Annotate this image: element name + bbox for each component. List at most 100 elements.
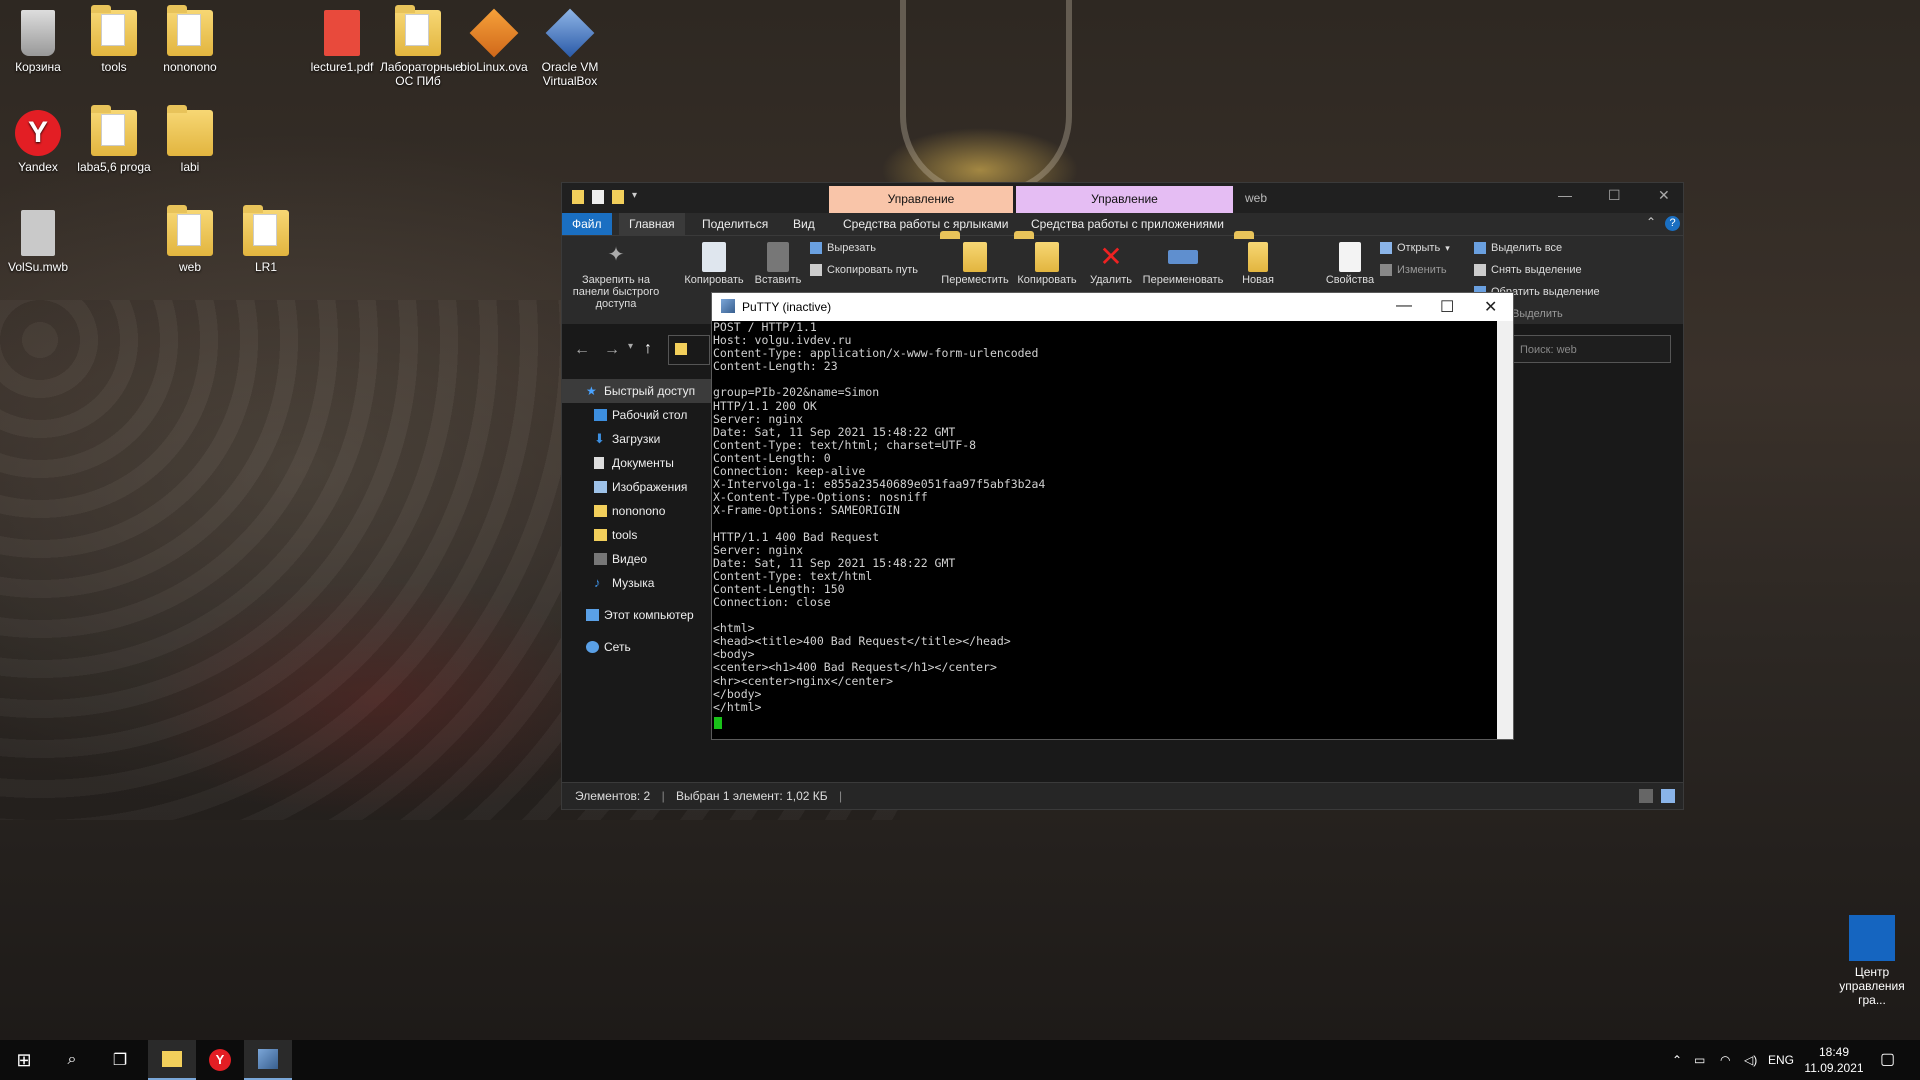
folder-icon — [675, 343, 687, 355]
folder-icon[interactable] — [572, 190, 584, 204]
back-arrow-icon[interactable]: ← — [574, 341, 590, 359]
copy-button[interactable]: Копировать — [682, 236, 746, 286]
nav-desktop[interactable]: Рабочий стол — [562, 403, 717, 427]
terminal-scrollbar[interactable] — [1497, 321, 1513, 739]
properties-label: Свойства — [1325, 274, 1375, 286]
copy-to-button[interactable]: Копировать — [1014, 236, 1080, 286]
terminal-output[interactable]: POST / HTTP/1.1 Host: volgu.ivdev.ru Con… — [713, 321, 1496, 731]
close-button[interactable]: ✕ — [1484, 297, 1497, 317]
navigation-pane: ★ Быстрый доступ Рабочий стол ⬇ Загрузки Д… — [562, 379, 717, 659]
rename-button[interactable]: Переименовать — [1138, 236, 1228, 286]
open-icon — [1380, 242, 1392, 254]
desktop-icon-label: web — [178, 260, 201, 274]
properties-icon[interactable] — [592, 190, 604, 204]
wifi-icon[interactable]: ◠ — [1720, 1040, 1730, 1080]
copy-path-button[interactable]: Скопировать путь — [810, 264, 918, 276]
properties-button[interactable]: Свойства — [1322, 236, 1378, 286]
up-arrow-icon[interactable]: ↑ — [644, 340, 652, 358]
maximize-button[interactable]: ☐ — [1608, 187, 1621, 204]
folder-icon — [167, 105, 213, 156]
taskbar-putty[interactable] — [244, 1040, 292, 1080]
desktop-icon-virtualbox[interactable]: Oracle VM VirtualBox — [532, 8, 608, 88]
language-indicator[interactable]: ENG — [1768, 1040, 1794, 1080]
desktop-icon-tools[interactable]: tools — [76, 5, 152, 74]
help-icon[interactable]: ? — [1665, 216, 1680, 231]
nav-music[interactable]: ♪ Музыка — [562, 571, 717, 595]
clock[interactable]: 18:49 11.09.2021 — [1794, 1044, 1874, 1076]
select-all-button[interactable]: Выделить все — [1474, 242, 1562, 254]
context-tab-manage-app[interactable]: Управление — [1016, 186, 1233, 213]
desktop-icon-lecture-pdf[interactable]: lecture1.pdf — [304, 10, 380, 74]
desktop-icon-control-center[interactable]: Центр управления гра... — [1824, 915, 1920, 1007]
minimize-button[interactable]: — — [1558, 187, 1572, 203]
select-none-button[interactable]: Снять выделение — [1474, 264, 1582, 276]
details-view-icon[interactable] — [1639, 789, 1653, 803]
edit-button[interactable]: Изменить — [1380, 264, 1447, 276]
nav-videos[interactable]: Видео — [562, 547, 717, 571]
new-folder-icon[interactable] — [612, 190, 624, 204]
task-view-button[interactable]: ❐ — [96, 1040, 144, 1080]
copy-folder-icon — [1035, 242, 1059, 272]
notifications-icon[interactable]: ▢ — [1880, 1040, 1895, 1080]
ribbon-tabs: Файл Главная Поделиться Вид Средства раб… — [562, 213, 1683, 235]
nav-tools[interactable]: tools — [562, 523, 717, 547]
taskbar-explorer[interactable] — [148, 1040, 196, 1080]
tab-shortcut-tools[interactable]: Средства работы с ярлыками — [833, 213, 1018, 235]
nav-label: nononono — [612, 504, 666, 518]
chevron-up-icon[interactable]: ⌃ — [1646, 215, 1656, 229]
nav-this-pc[interactable]: Этот компьютер — [562, 603, 717, 627]
move-to-button[interactable]: Переместить — [940, 236, 1010, 286]
putty-icon — [721, 299, 735, 313]
cut-button[interactable]: Вырезать — [810, 242, 876, 254]
desktop-icon-lr1[interactable]: LR1 — [228, 205, 304, 274]
open-button[interactable]: Открыть ▾ — [1380, 242, 1450, 254]
tab-app-tools[interactable]: Средства работы с приложениями — [1021, 213, 1234, 235]
desktop-icon-label: Центр управления гра... — [1839, 965, 1905, 1007]
volume-icon[interactable]: ◁) — [1744, 1040, 1757, 1080]
minimize-button[interactable]: — — [1396, 297, 1412, 315]
search-button[interactable]: ⌕ — [48, 1040, 96, 1080]
nav-network[interactable]: Сеть — [562, 635, 717, 659]
tab-home[interactable]: Главная — [619, 213, 685, 235]
desktop-icon-nononono[interactable]: nononono — [152, 5, 228, 74]
desktop-icon-web[interactable]: web — [152, 205, 228, 274]
desktop-icon-laba-proga[interactable]: laba5,6 proga — [76, 105, 152, 174]
close-button[interactable]: ✕ — [1658, 187, 1670, 204]
desktop-icon-volsu-mwb[interactable]: VolSu.mwb — [0, 210, 76, 274]
new-folder-button[interactable]: Новая — [1234, 236, 1282, 286]
desktop-icon-biolinux[interactable]: bioLinux.ova — [456, 8, 532, 74]
nav-downloads[interactable]: ⬇ Загрузки — [562, 427, 717, 451]
explorer-titlebar[interactable]: ▾ Управление Управление web — ☐ ✕ — [562, 183, 1683, 213]
paste-button[interactable]: Вставить — [750, 236, 806, 286]
battery-icon[interactable]: ▭ — [1694, 1040, 1705, 1080]
download-icon: ⬇ — [594, 431, 605, 446]
chevron-down-icon[interactable]: ▾ — [632, 190, 637, 204]
desktop-icon-labi[interactable]: labi — [152, 105, 228, 174]
desktop-icon-yandex[interactable]: Y Yandex — [0, 110, 76, 174]
pin-quick-access-button[interactable]: ✦ Закрепить на панели быстрого доступа — [566, 236, 666, 310]
address-bar[interactable] — [668, 335, 710, 365]
folder-icon — [395, 5, 441, 56]
desktop-icon-recycle-bin[interactable]: Корзина — [0, 10, 76, 74]
nav-nononono[interactable]: nononono — [562, 499, 717, 523]
nav-pictures[interactable]: Изображения — [562, 475, 717, 499]
tab-file[interactable]: Файл — [562, 213, 612, 235]
start-button[interactable]: ⊞ — [0, 1040, 48, 1080]
taskbar-yandex[interactable]: Y — [196, 1040, 244, 1080]
forward-arrow-icon[interactable]: → — [604, 341, 620, 359]
nav-quick-access[interactable]: ★ Быстрый доступ — [562, 379, 717, 403]
show-hidden-icons-icon[interactable]: ⌃ — [1672, 1040, 1682, 1080]
maximize-button[interactable]: ☐ — [1440, 297, 1454, 317]
putty-titlebar[interactable]: PuTTY (inactive) — ☐ ✕ — [712, 293, 1513, 321]
tab-share[interactable]: Поделиться — [692, 213, 778, 235]
tab-view[interactable]: Вид — [783, 213, 825, 235]
tiles-view-icon[interactable] — [1661, 789, 1675, 803]
nav-label: Видео — [612, 552, 648, 566]
recent-locations-icon[interactable]: ▾ — [628, 341, 633, 352]
search-input[interactable]: Поиск: web — [1511, 335, 1671, 363]
delete-button[interactable]: ✕ Удалить — [1086, 236, 1136, 287]
desktop-icon-labs-os[interactable]: Лабораторные ОС ПИб — [380, 5, 462, 88]
select-group-label: Выделить — [1512, 308, 1563, 320]
nav-documents[interactable]: Документы — [562, 451, 717, 475]
context-tab-manage-shortcut[interactable]: Управление — [829, 186, 1013, 213]
